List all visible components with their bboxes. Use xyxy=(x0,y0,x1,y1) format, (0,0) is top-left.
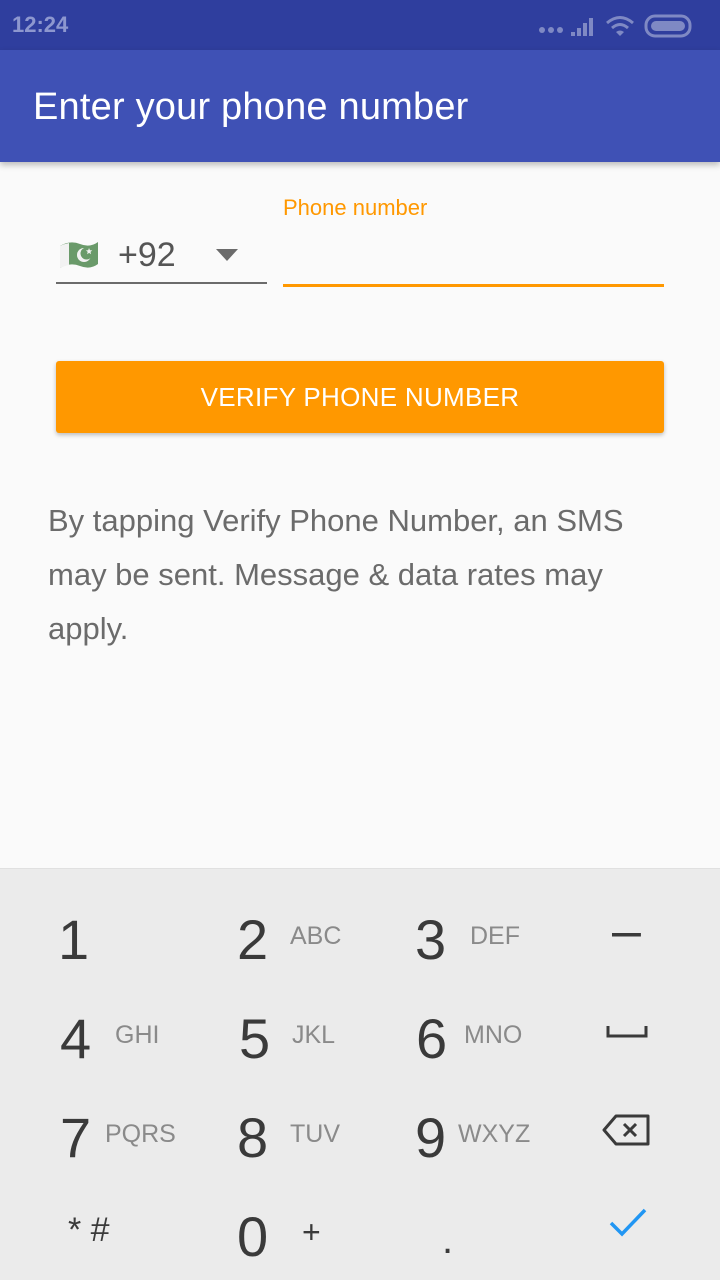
key-9[interactable]: 9 WXYZ xyxy=(360,1085,540,1183)
key-star-hash[interactable]: * # xyxy=(0,1184,180,1280)
key-1[interactable]: 1 xyxy=(0,887,180,985)
key-8[interactable]: 8 TUV xyxy=(180,1085,360,1183)
key-letters: DEF xyxy=(470,922,520,950)
key-digit: 4 xyxy=(60,1007,92,1070)
key-0[interactable]: 0 + xyxy=(180,1184,360,1280)
key-letters: ABC xyxy=(290,922,342,950)
backspace-icon xyxy=(602,1114,650,1146)
phone-number-label: Phone number xyxy=(283,195,428,220)
dot-symbol: . xyxy=(442,1218,454,1262)
key-digit: 0 xyxy=(237,1205,269,1268)
key-digit: 2 xyxy=(237,908,269,971)
country-code: +92 xyxy=(118,236,176,274)
page-title: Enter your phone number xyxy=(33,86,469,128)
status-time: 12:24 xyxy=(12,12,69,37)
more-dots-icon xyxy=(539,27,563,33)
status-bar: 12:24 xyxy=(0,0,720,50)
key-digit: 1 xyxy=(58,908,90,971)
phone-number-input[interactable] xyxy=(283,230,664,287)
numeric-keyboard: 1 2 ABC 3 DEF – 4 GHI 5 JKL 6 MNO 7 PQRS… xyxy=(0,868,720,1280)
status-icons xyxy=(538,12,708,40)
key-letters: MNO xyxy=(464,1021,523,1049)
key-done[interactable] xyxy=(540,1184,720,1280)
key-digit: 6 xyxy=(416,1007,448,1070)
country-code-picker[interactable]: +92 xyxy=(56,232,267,284)
dropdown-arrow-icon xyxy=(216,249,238,261)
space-bar-icon xyxy=(606,1026,648,1038)
key-letters: PQRS xyxy=(105,1120,176,1148)
key-3[interactable]: 3 DEF xyxy=(360,887,540,985)
verify-phone-number-button[interactable]: VERIFY PHONE NUMBER xyxy=(56,361,664,433)
key-dash[interactable]: – xyxy=(540,887,720,985)
star-hash-symbol: * # xyxy=(68,1211,110,1249)
key-digit: 9 xyxy=(415,1106,447,1169)
key-4[interactable]: 4 GHI xyxy=(0,986,180,1084)
key-digit: 3 xyxy=(415,908,447,971)
key-7[interactable]: 7 PQRS xyxy=(0,1085,180,1183)
key-letters: TUV xyxy=(290,1120,340,1148)
key-dot[interactable]: . xyxy=(360,1184,540,1280)
key-digit: 7 xyxy=(60,1106,92,1169)
key-digit: 5 xyxy=(239,1007,271,1070)
key-letters: GHI xyxy=(115,1021,160,1049)
app-bar: Enter your phone number xyxy=(0,50,720,162)
checkmark-icon xyxy=(609,1208,647,1237)
key-digit: 8 xyxy=(237,1106,269,1169)
pakistan-flag-icon xyxy=(60,242,98,268)
key-letters: + xyxy=(302,1214,321,1250)
battery-icon xyxy=(644,14,692,38)
key-6[interactable]: 6 MNO xyxy=(360,986,540,1084)
key-letters: WXYZ xyxy=(458,1120,531,1148)
key-5[interactable]: 5 JKL xyxy=(180,986,360,1084)
key-backspace[interactable] xyxy=(540,1085,720,1183)
wifi-icon xyxy=(606,16,634,36)
key-space[interactable] xyxy=(540,986,720,1084)
dash-symbol: – xyxy=(612,902,641,960)
key-letters: JKL xyxy=(292,1021,336,1049)
key-2[interactable]: 2 ABC xyxy=(180,887,360,985)
disclaimer-text: By tapping Verify Phone Number, an SMS m… xyxy=(48,503,624,646)
signal-icon xyxy=(571,18,593,36)
